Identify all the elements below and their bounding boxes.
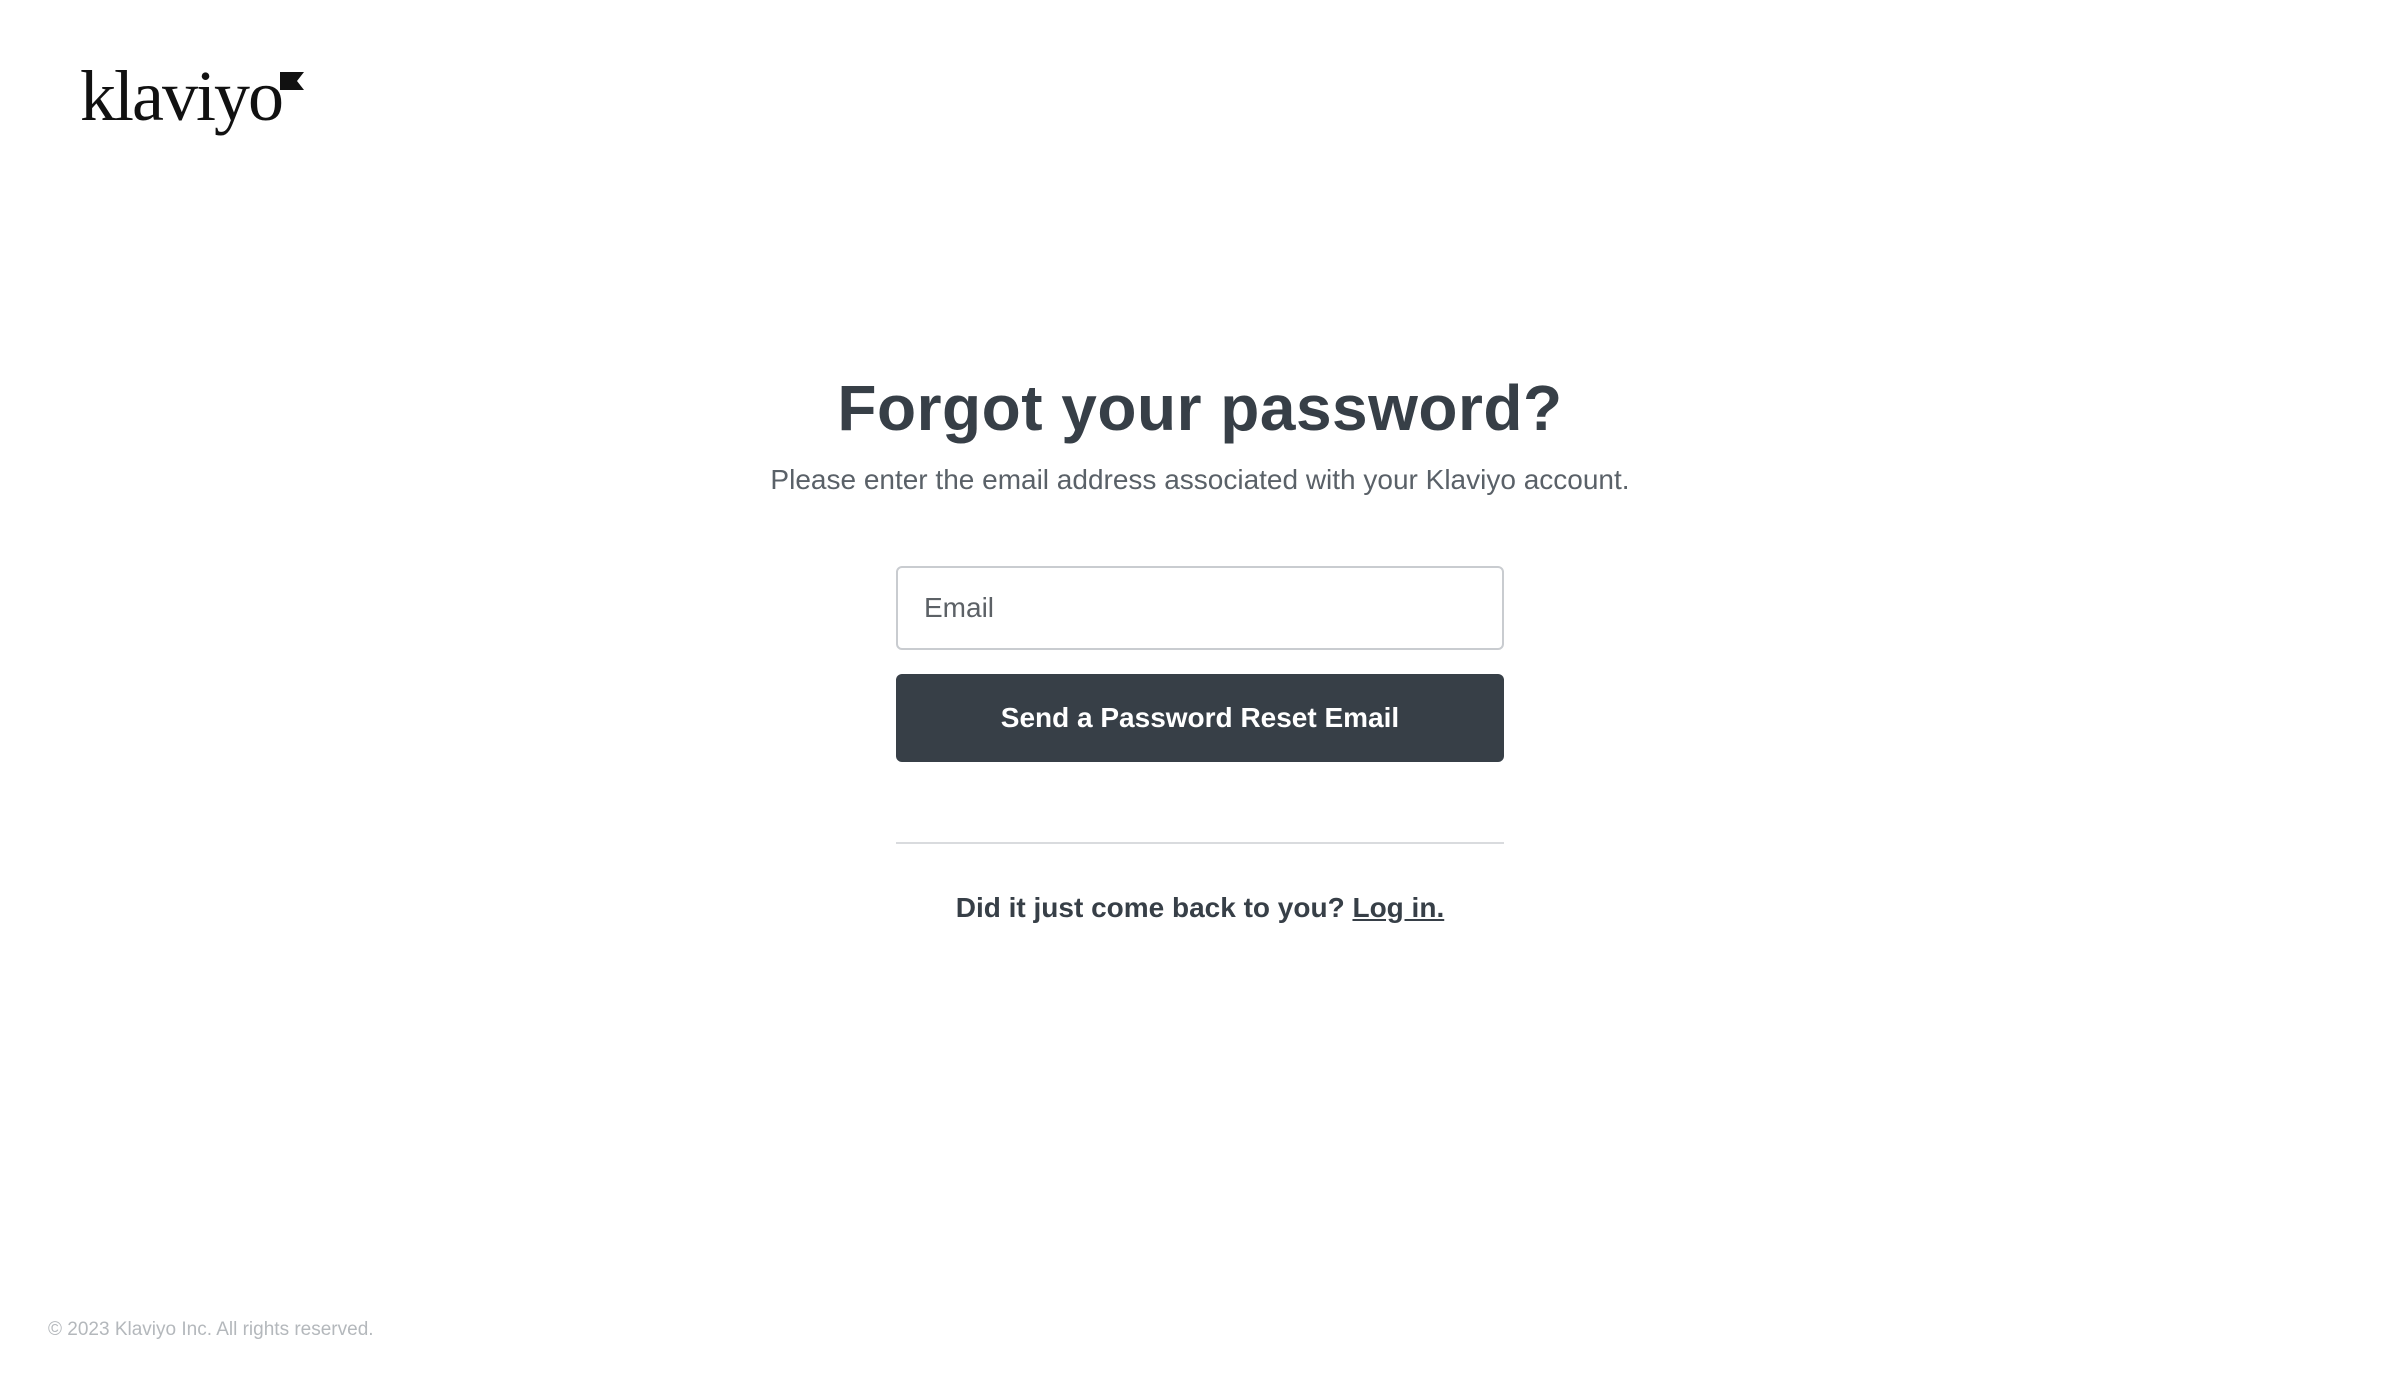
login-link[interactable]: Log in. — [1352, 892, 1444, 923]
reset-password-form: Send a Password Reset Email — [896, 566, 1504, 762]
footer-copyright: © 2023 Klaviyo Inc. All rights reserved. — [48, 1319, 374, 1340]
divider — [896, 842, 1504, 844]
login-prompt-text: Did it just come back to you? — [955, 892, 1353, 923]
forgot-password-panel: Forgot your password? Please enter the e… — [0, 368, 2400, 928]
page-subtitle: Please enter the email address associate… — [770, 464, 1630, 495]
email-input[interactable] — [896, 566, 1504, 650]
page-title: Forgot your password? — [837, 372, 1563, 444]
klaviyo-flag-icon — [279, 72, 304, 90]
login-prompt: Did it just come back to you? Log in. — [956, 888, 1444, 928]
logo-wordmark: klaviyo — [80, 56, 284, 136]
klaviyo-logo[interactable]: klaviyo — [80, 60, 304, 132]
send-reset-email-button[interactable]: Send a Password Reset Email — [896, 674, 1504, 762]
